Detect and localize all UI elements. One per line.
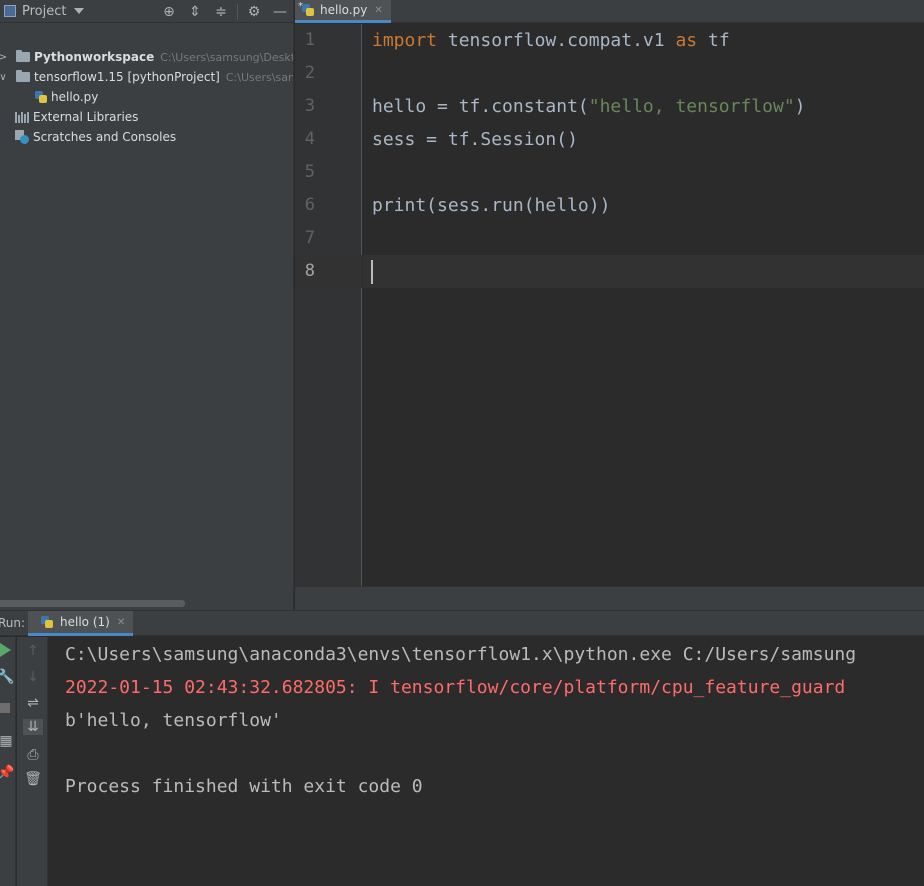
keyword: as	[675, 30, 698, 51]
arrow-down-icon[interactable]: ↓	[23, 669, 43, 685]
run-panel-header: Run: hello (1) ✕	[0, 610, 924, 636]
line-number: 5	[304, 162, 315, 182]
tree-item-pythonworkspace[interactable]: > Pythonworkspace C:\Users\samsung\Deskt…	[0, 47, 294, 67]
editor-tab-bar: * hello.py ✕	[295, 0, 924, 23]
string-literal: "hello, tensorflow"	[588, 96, 795, 117]
project-toolbar: ⊕ ⇕ ≑ ⚙ —	[156, 0, 293, 23]
console-line: Process finished with exit code 0	[65, 776, 423, 797]
horizontal-scrollbar[interactable]	[0, 600, 185, 607]
tab-label: hello.py	[320, 3, 368, 17]
code-line-3[interactable]: hello = tf.constant("hello, tensorflow")	[372, 90, 806, 123]
line-number: 3	[304, 96, 315, 116]
code-text: sess = tf.Session()	[372, 129, 578, 150]
editor-breadcrumb-bar	[295, 586, 924, 610]
tree-item-label: Scratches and Consoles	[33, 130, 177, 144]
folder-icon	[16, 50, 30, 62]
console-line: b'hello, tensorflow'	[65, 710, 282, 731]
toolbar-divider	[237, 3, 238, 20]
project-icon	[4, 5, 16, 17]
locate-icon[interactable]: ⊕	[156, 0, 182, 23]
text-cursor	[371, 260, 373, 284]
console-line-error: 2022-01-15 02:43:32.682805: I tensorflow…	[65, 677, 846, 698]
project-panel-title[interactable]: Project	[22, 4, 66, 19]
line-number: 6	[304, 195, 315, 215]
tree-item-path: C:\Users\samsung	[225, 70, 293, 84]
tree-item-hello-py[interactable]: hello.py	[34, 87, 98, 107]
tree-item-path: C:\Users\samsung\Desktop	[160, 50, 294, 64]
code-line-1[interactable]: import tensorflow.compat.v1 as tf	[372, 24, 730, 57]
folder-icon	[16, 70, 30, 82]
current-line-highlight	[363, 255, 924, 288]
python-file-icon	[34, 90, 48, 104]
arrow-up-icon[interactable]: ↑	[23, 643, 43, 659]
line-number: 4	[304, 129, 315, 149]
run-toolbar: 🔧 ▦ 📌	[0, 637, 16, 886]
tree-item-label: External Libraries	[33, 110, 139, 124]
tab-hello-py[interactable]: * hello.py ✕	[295, 0, 391, 23]
chevron-down-icon[interactable]	[74, 8, 85, 14]
layout-icon[interactable]: ▦	[0, 733, 16, 749]
close-icon[interactable]: ✕	[117, 617, 125, 628]
scratches-icon	[15, 130, 29, 144]
scroll-to-end-icon[interactable]: ⇊	[23, 719, 43, 735]
tree-item-label: hello.py	[51, 90, 99, 104]
line-number: 7	[304, 228, 315, 248]
wrench-icon[interactable]: 🔧	[0, 669, 16, 685]
chevron-down-icon[interactable]: ∨	[0, 72, 8, 83]
close-icon[interactable]: ✕	[374, 5, 382, 16]
run-label: Run:	[0, 616, 26, 630]
project-panel-header: Project ⊕ ⇕ ≑ ⚙ —	[0, 0, 293, 23]
gear-icon[interactable]: ⚙	[241, 0, 267, 23]
tree-item-scratches[interactable]: Scratches and Consoles	[15, 127, 176, 147]
line-number-gutter: 1 2 3 4 5 6 7 8	[295, 24, 362, 586]
code-editor[interactable]: import tensorflow.compat.v1 as tf hello …	[363, 24, 924, 586]
console-line: C:\Users\samsung\anaconda3\envs\tensorfl…	[65, 644, 857, 665]
soft-wrap-icon[interactable]: ⇌	[23, 695, 43, 711]
run-console[interactable]: C:\Users\samsung\anaconda3\envs\tensorfl…	[49, 637, 924, 886]
python-file-icon	[301, 3, 315, 17]
tab-run-hello[interactable]: hello (1) ✕	[28, 611, 134, 636]
code-text: )	[794, 96, 806, 117]
library-icon	[15, 111, 29, 123]
collapse-all-icon[interactable]: ≑	[208, 0, 234, 23]
stop-icon[interactable]	[0, 703, 10, 713]
console-toolbar: ↑ ↓ ⇌ ⇊ ⎙ 🗑	[17, 637, 48, 886]
python-file-icon	[40, 615, 54, 629]
tree-item-tensorflow[interactable]: ∨ tensorflow1.15 [pythonProject] C:\User…	[0, 67, 293, 87]
project-panel: Project ⊕ ⇕ ≑ ⚙ — > Pythonworkspace C:\U…	[0, 0, 294, 610]
code-text: tf	[697, 30, 730, 51]
tab-label: hello (1)	[60, 615, 110, 629]
tree-item-label: tensorflow1.15 [pythonProject]	[34, 70, 220, 84]
tree-item-label: Pythonworkspace	[34, 50, 155, 64]
hide-icon[interactable]: —	[267, 0, 293, 23]
print-icon[interactable]: ⎙	[23, 747, 43, 763]
chevron-right-icon[interactable]: >	[0, 52, 8, 63]
trash-icon[interactable]: 🗑	[23, 771, 43, 787]
pin-icon[interactable]: 📌	[0, 765, 16, 781]
tree-item-external-libraries[interactable]: External Libraries	[15, 107, 138, 127]
code-text: print(sess.run(hello))	[372, 195, 611, 216]
keyword: import	[372, 30, 438, 51]
line-number: 8	[304, 261, 315, 281]
code-text: tensorflow.compat.v1	[437, 30, 676, 51]
expand-all-icon[interactable]: ⇕	[182, 0, 208, 23]
line-number: 2	[304, 63, 315, 83]
code-line-6[interactable]: print(sess.run(hello))	[372, 189, 610, 222]
rerun-icon[interactable]	[0, 643, 11, 657]
line-number: 1	[304, 30, 315, 50]
code-text: hello = tf.constant(	[372, 96, 589, 117]
code-line-4[interactable]: sess = tf.Session()	[372, 123, 578, 156]
